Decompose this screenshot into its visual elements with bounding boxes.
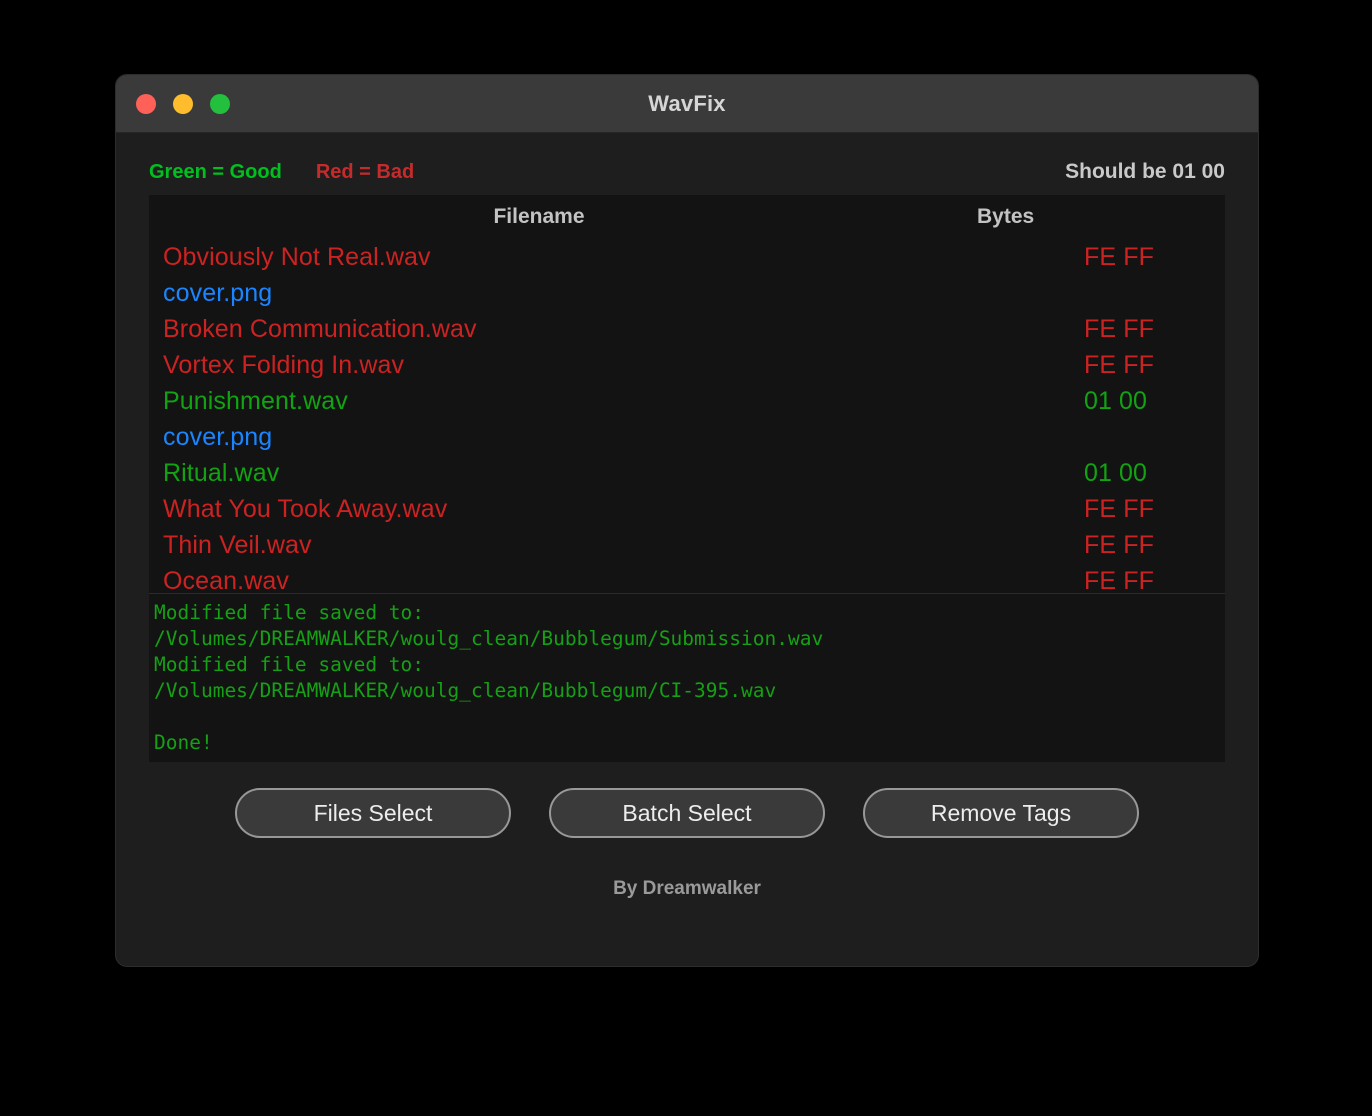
file-name-cell: cover.png (163, 278, 273, 307)
file-list-rows: Obviously Not Real.wav FE FF cover.png Brok… (149, 239, 1225, 594)
table-row[interactable]: Ritual.wav 01 00 (149, 455, 1225, 491)
window-titlebar[interactable]: WavFix (116, 75, 1258, 133)
file-bytes-cell: FE FF (1084, 314, 1154, 343)
file-bytes-cell: 01 00 (1084, 458, 1148, 487)
traffic-light-group (136, 93, 230, 114)
log-output[interactable]: Modified file saved to: /Volumes/DREAMWA… (149, 594, 1225, 762)
file-name-cell: Broken Communication.wav (163, 314, 477, 343)
legend-bad-label: Red = Bad (315, 160, 415, 183)
minimize-icon[interactable] (173, 93, 193, 114)
file-name-cell: Ritual.wav (163, 458, 280, 487)
file-bytes-cell: FE FF (1084, 530, 1154, 559)
file-name-cell: Ocean.wav (163, 566, 289, 594)
table-row[interactable]: Punishment.wav 01 00 (149, 383, 1225, 419)
table-row[interactable]: cover.png (149, 419, 1225, 455)
file-bytes-cell: 01 00 (1084, 386, 1148, 415)
table-row[interactable]: Thin Veil.wav FE FF (149, 527, 1225, 563)
table-row[interactable]: Vortex Folding In.wav FE FF (149, 347, 1225, 383)
table-row[interactable]: cover.png (149, 275, 1225, 311)
table-row[interactable]: Broken Communication.wav FE FF (149, 311, 1225, 347)
file-list-header: Filename Bytes (149, 195, 1225, 239)
table-row[interactable]: Obviously Not Real.wav FE FF (149, 239, 1225, 275)
close-icon[interactable] (136, 93, 156, 114)
files-select-button[interactable]: Files Select (235, 788, 511, 838)
legend-row: Green = Good Red = Bad Should be 01 00 (149, 133, 1225, 195)
file-bytes-cell: FE FF (1084, 350, 1154, 379)
column-header-bytes: Bytes (977, 205, 1035, 228)
file-name-cell: cover.png (163, 422, 273, 451)
maximize-icon[interactable] (210, 93, 230, 114)
file-name-cell: Thin Veil.wav (163, 530, 312, 559)
expected-bytes-note: Should be 01 00 (1065, 160, 1225, 183)
file-list-panel[interactable]: Filename Bytes Obviously Not Real.wav FE … (149, 195, 1225, 594)
desktop-background: WavFix Green = Good Red = Bad Should be … (0, 0, 1372, 1116)
table-row[interactable]: Ocean.wav FE FF (149, 563, 1225, 594)
legend-good-label: Green = Good (149, 160, 282, 183)
action-button-row: Files Select Batch Select Remove Tags (149, 788, 1225, 838)
file-name-cell: What You Took Away.wav (163, 494, 448, 523)
remove-tags-button[interactable]: Remove Tags (863, 788, 1139, 838)
window-content: Green = Good Red = Bad Should be 01 00 F… (116, 133, 1258, 966)
file-name-cell: Vortex Folding In.wav (163, 350, 405, 379)
file-name-cell: Obviously Not Real.wav (163, 242, 431, 271)
file-name-cell: Punishment.wav (163, 386, 348, 415)
file-bytes-cell: FE FF (1084, 242, 1154, 271)
file-bytes-cell: FE FF (1084, 494, 1154, 523)
file-bytes-cell: FE FF (1084, 566, 1154, 594)
wavfix-window: WavFix Green = Good Red = Bad Should be … (115, 74, 1259, 967)
window-title: WavFix (648, 90, 726, 116)
batch-select-button[interactable]: Batch Select (549, 788, 825, 838)
column-header-filename: Filename (493, 205, 585, 228)
table-row[interactable]: What You Took Away.wav FE FF (149, 491, 1225, 527)
footer-credit: By Dreamwalker (613, 878, 761, 899)
